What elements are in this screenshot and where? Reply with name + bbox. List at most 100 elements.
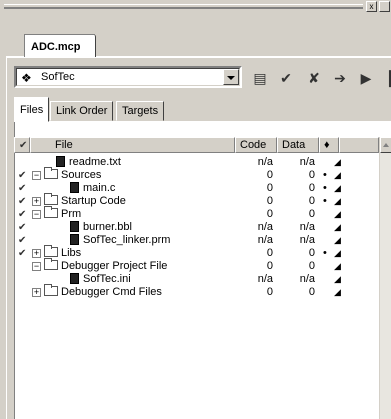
file-name: Libs xyxy=(61,247,82,259)
code-size-cell: 0 xyxy=(266,169,273,181)
checkmark-icon[interactable]: ✔ xyxy=(18,195,26,208)
scroll-up-button[interactable] xyxy=(380,137,391,153)
table-row[interactable]: − Debugger Project File 0 0 ◢ xyxy=(14,258,379,273)
code-size-cell: n/a xyxy=(257,156,273,168)
debug-toggle-icon[interactable]: ◢ xyxy=(334,247,341,260)
file-list-header: ✔ File Code Data ♦ xyxy=(14,137,391,153)
checkmark-icon[interactable]: ✔ xyxy=(18,208,26,221)
code-size-cell: 0 xyxy=(266,260,273,272)
checkmark-icon: ✔ xyxy=(19,140,28,151)
collapse-icon[interactable]: − xyxy=(32,262,41,271)
target-select[interactable]: ❖ SofTec xyxy=(14,66,242,88)
code-size-cell: 0 xyxy=(266,286,273,298)
file-name-cell: Prm xyxy=(44,206,81,221)
file-name-cell: main.c xyxy=(70,182,115,195)
table-row[interactable]: + Debugger Cmd Files 0 0 ◢ xyxy=(14,284,379,299)
file-icon xyxy=(70,273,79,284)
debug-toggle-icon[interactable]: ◢ xyxy=(334,182,341,195)
data-size-cell: n/a xyxy=(299,221,315,233)
debug-toggle-icon[interactable]: ◢ xyxy=(334,286,341,299)
project-inspector-icon[interactable]: ▐ xyxy=(379,68,391,88)
window-menu-button[interactable] xyxy=(379,1,390,12)
vertical-scrollbar[interactable] xyxy=(379,137,391,419)
checkmark-icon[interactable]: ✔ xyxy=(18,221,26,234)
target-select-field: ❖ SofTec xyxy=(16,68,240,86)
table-row[interactable]: ✔ SofTec_linker.prm n/a n/a ◢ xyxy=(14,234,379,247)
modified-dot: • xyxy=(323,169,327,181)
column-spacer-header xyxy=(339,137,379,153)
file-name: Debugger Cmd Files xyxy=(61,286,162,298)
checkmark-icon[interactable]: ✔ xyxy=(18,169,26,182)
run-icon[interactable]: ▶ xyxy=(356,68,376,88)
file-name-cell: Debugger Project File xyxy=(44,258,168,273)
column-check-header[interactable]: ✔ xyxy=(14,137,30,153)
tab-targets[interactable]: Targets xyxy=(116,101,165,121)
drag-grip-line xyxy=(4,7,363,8)
file-name: Debugger Project File xyxy=(61,260,168,272)
folder-icon xyxy=(44,284,58,296)
table-row[interactable]: ✔ burner.bbl n/a n/a ◢ xyxy=(14,221,379,234)
modified-dot: • xyxy=(323,195,327,207)
file-name-cell: SofTec_linker.prm xyxy=(70,234,170,247)
file-name-cell: Sources xyxy=(44,167,102,182)
expand-icon[interactable]: + xyxy=(32,288,41,297)
table-row[interactable]: ✔ − Sources 0 0 • ◢ xyxy=(14,167,379,182)
collapse-icon[interactable]: − xyxy=(32,210,41,219)
code-size-cell: 0 xyxy=(266,195,273,207)
debug-toggle-icon[interactable]: ◢ xyxy=(334,221,341,234)
file-name-cell: Debugger Cmd Files xyxy=(44,284,162,299)
checkmark-icon[interactable]: ✔ xyxy=(18,182,26,195)
tab-project-file[interactable]: ADC.mcp xyxy=(24,34,96,58)
expand-icon[interactable]: + xyxy=(32,197,41,206)
file-icon xyxy=(70,182,79,193)
table-row[interactable]: ✔ main.c 0 0 • ◢ xyxy=(14,182,379,195)
data-size-cell: n/a xyxy=(299,156,315,168)
debug-toggle-icon[interactable]: ◢ xyxy=(334,273,341,286)
sync-icon[interactable]: ➔ xyxy=(330,68,350,88)
code-size-cell: 0 xyxy=(266,247,273,259)
file-name: main.c xyxy=(83,182,116,194)
column-file-header[interactable]: File xyxy=(30,137,235,153)
folder-icon xyxy=(44,245,58,257)
debug-toggle-icon[interactable]: ◢ xyxy=(334,208,341,221)
table-row[interactable]: SofTec.ini n/a n/a ◢ xyxy=(14,273,379,286)
settings-icon[interactable]: ▤ xyxy=(250,68,270,88)
data-size-cell: 0 xyxy=(308,208,315,220)
data-size-cell: n/a xyxy=(299,234,315,246)
debug-toggle-icon[interactable]: ◢ xyxy=(334,195,341,208)
make-icon[interactable]: ✔ xyxy=(276,68,296,88)
tab-link-order[interactable]: Link Order xyxy=(50,101,114,121)
table-row[interactable]: ✔ − Prm 0 0 ◢ xyxy=(14,206,379,221)
debug-toggle-icon[interactable]: ◢ xyxy=(334,156,341,169)
close-window-button[interactable]: x xyxy=(366,1,377,12)
column-debug-header[interactable]: ♦ xyxy=(319,137,339,153)
column-data-header[interactable]: Data xyxy=(277,137,319,153)
collapse-icon[interactable]: − xyxy=(32,171,41,180)
checkmark-icon[interactable]: ✔ xyxy=(18,234,26,247)
table-row[interactable]: ✔ + Startup Code 0 0 • ◢ xyxy=(14,193,379,208)
folder-icon xyxy=(44,193,58,205)
debug-toggle-icon[interactable]: ◢ xyxy=(334,234,341,247)
debug-toggle-icon[interactable]: ◢ xyxy=(334,260,341,273)
data-size-cell: 0 xyxy=(308,260,315,272)
file-name: burner.bbl xyxy=(83,221,132,233)
chevron-down-icon[interactable] xyxy=(223,69,239,85)
target-select-value: SofTec xyxy=(41,71,75,83)
file-icon xyxy=(56,156,65,167)
code-size-cell: 0 xyxy=(266,208,273,220)
table-row[interactable]: readme.txt n/a n/a ◢ xyxy=(14,156,379,169)
expand-icon[interactable]: + xyxy=(32,249,41,258)
data-size-cell: 0 xyxy=(308,195,315,207)
code-size-cell: n/a xyxy=(257,234,273,246)
checkmark-icon[interactable]: ✔ xyxy=(18,247,26,260)
tab-files[interactable]: Files xyxy=(14,97,50,122)
data-size-cell: 0 xyxy=(308,169,315,181)
table-row[interactable]: ✔ + Libs 0 0 • ◢ xyxy=(14,245,379,260)
file-name: Sources xyxy=(61,169,102,181)
debug-icon[interactable]: ✘ xyxy=(304,68,324,88)
code-size-cell: n/a xyxy=(257,273,273,285)
column-code-header[interactable]: Code xyxy=(235,137,277,153)
code-size-cell: n/a xyxy=(257,221,273,233)
data-size-cell: 0 xyxy=(308,247,315,259)
debug-toggle-icon[interactable]: ◢ xyxy=(334,169,341,182)
